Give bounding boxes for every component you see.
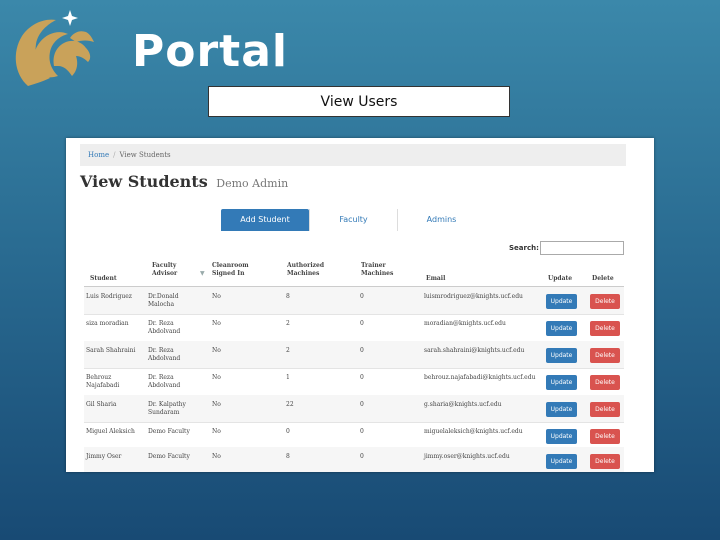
- breadcrumb-home-link[interactable]: Home: [88, 151, 109, 159]
- update-button[interactable]: Update: [546, 429, 577, 444]
- cell-authorized: 0: [286, 428, 290, 435]
- app-screenshot: Home / View Students View Students Demo Ad…: [66, 138, 654, 472]
- breadcrumb-separator: /: [113, 151, 116, 159]
- column-header-update[interactable]: Update: [548, 275, 572, 283]
- cell-advisor: Dr. Reza Abdolvand: [148, 347, 181, 362]
- cell-student: Miguel Aleksich: [86, 428, 135, 435]
- table-row: Luis Rodriguez Dr.Donald Malocha No 8 0 …: [84, 287, 624, 315]
- update-button[interactable]: Update: [546, 402, 577, 417]
- cell-student: Sarah Shahraini: [86, 347, 136, 354]
- cell-cleanroom: No: [212, 453, 221, 460]
- cell-advisor: Demo Faculty: [148, 428, 190, 435]
- cell-trainer: 0: [360, 320, 364, 327]
- cell-trainer: 0: [360, 428, 364, 435]
- cell-email: miguelaleksich@knights.ucf.edu: [424, 428, 523, 435]
- cell-student: Gil Sharia: [86, 401, 117, 408]
- update-button[interactable]: Update: [546, 375, 577, 390]
- tab-bar: Add Student Faculty Admins: [221, 209, 485, 231]
- cell-email: sarah.shahraini@knights.ucf.edu: [424, 347, 525, 354]
- cell-cleanroom: No: [212, 347, 221, 354]
- tab-add-student[interactable]: Add Student: [221, 209, 309, 231]
- cell-trainer: 0: [360, 347, 364, 354]
- table-row: Sarah Shahraini Dr. Reza Abdolvand No 2 …: [84, 341, 624, 369]
- cell-advisor: Dr. Kalpathy Sundaram: [148, 401, 186, 416]
- cell-email: g.sharia@knights.ucf.edu: [424, 401, 502, 408]
- cell-email: jimmy.oser@knights.ucf.edu: [424, 453, 510, 460]
- sort-desc-icon: ▼: [200, 270, 205, 277]
- cell-authorized: 8: [286, 453, 290, 460]
- column-header-delete[interactable]: Delete: [592, 275, 614, 283]
- cell-trainer: 0: [360, 293, 364, 300]
- cell-authorized: 8: [286, 293, 290, 300]
- portal-title: Portal: [132, 26, 288, 77]
- cell-authorized: 22: [286, 401, 294, 408]
- cell-authorized: 1: [286, 374, 290, 381]
- cell-authorized: 2: [286, 320, 290, 327]
- cell-cleanroom: No: [212, 428, 221, 435]
- column-header-email[interactable]: Email: [426, 275, 445, 283]
- search-label: Search:: [509, 244, 539, 252]
- cell-cleanroom: No: [212, 401, 221, 408]
- table-row: Behrouz Najafabadi Dr. Reza Abdolvand No…: [84, 368, 624, 396]
- breadcrumb: Home / View Students: [80, 144, 626, 166]
- tab-admins[interactable]: Admins: [397, 209, 485, 231]
- page-title-text: View Students: [80, 172, 208, 191]
- pegasus-logo-icon: [15, 10, 94, 86]
- update-button[interactable]: Update: [546, 294, 577, 309]
- table-row: Jimmy Oser Demo Faculty No 8 0 jimmy.ose…: [84, 447, 624, 472]
- delete-button[interactable]: Delete: [590, 402, 620, 417]
- update-button[interactable]: Update: [546, 321, 577, 336]
- cell-trainer: 0: [360, 453, 364, 460]
- cell-student: Jimmy Oser: [86, 453, 122, 460]
- table-row: Gil Sharia Dr. Kalpathy Sundaram No 22 0…: [84, 395, 624, 423]
- delete-button[interactable]: Delete: [590, 375, 620, 390]
- cell-student: Luis Rodriguez: [86, 293, 132, 300]
- column-header-student[interactable]: Student: [90, 275, 117, 283]
- cell-student: siza moradian: [86, 320, 129, 327]
- cell-email: behrouz.najafabadi@knights.ucf.edu: [424, 374, 536, 381]
- cell-trainer: 0: [360, 401, 364, 408]
- cell-email: luismrodriguez@knights.ucf.edu: [424, 293, 523, 300]
- cell-trainer: 0: [360, 374, 364, 381]
- page-subtitle: Demo Admin: [216, 177, 289, 190]
- breadcrumb-current: View Students: [119, 151, 171, 159]
- update-button[interactable]: Update: [546, 348, 577, 363]
- delete-button[interactable]: Delete: [590, 348, 620, 363]
- cell-cleanroom: No: [212, 374, 221, 381]
- cell-cleanroom: No: [212, 320, 221, 327]
- cell-advisor: Dr. Reza Abdolvand: [148, 320, 181, 335]
- cell-advisor: Dr.Donald Malocha: [148, 293, 179, 308]
- tab-faculty[interactable]: Faculty: [309, 209, 397, 231]
- delete-button[interactable]: Delete: [590, 294, 620, 309]
- column-header-faculty-advisor[interactable]: Faculty Advisor: [152, 262, 192, 278]
- update-button[interactable]: Update: [546, 454, 577, 469]
- cell-advisor: Demo Faculty: [148, 453, 190, 460]
- page-title: View Students Demo Admin: [80, 172, 288, 191]
- column-header-authorized-machines[interactable]: Authorized Machines: [287, 262, 333, 278]
- cell-student: Behrouz Najafabadi: [86, 374, 120, 389]
- cell-email: moradian@knights.ucf.edu: [424, 320, 506, 327]
- table-row: Miguel Aleksich Demo Faculty No 0 0 migu…: [84, 422, 624, 450]
- delete-button[interactable]: Delete: [590, 454, 620, 469]
- table-header: Student Faculty Advisor ▼ Cleanroom Sign…: [84, 262, 624, 287]
- column-header-cleanroom[interactable]: Cleanroom Signed In: [212, 262, 258, 278]
- delete-button[interactable]: Delete: [590, 321, 620, 336]
- cell-advisor: Dr. Reza Abdolvand: [148, 374, 181, 389]
- search-input[interactable]: [540, 241, 624, 255]
- table-row: siza moradian Dr. Reza Abdolvand No 2 0 …: [84, 314, 624, 342]
- cell-authorized: 2: [286, 347, 290, 354]
- column-header-trainer-machines[interactable]: Trainer Machines: [361, 262, 401, 278]
- view-users-label: View Users: [208, 86, 510, 117]
- cell-cleanroom: No: [212, 293, 221, 300]
- delete-button[interactable]: Delete: [590, 429, 620, 444]
